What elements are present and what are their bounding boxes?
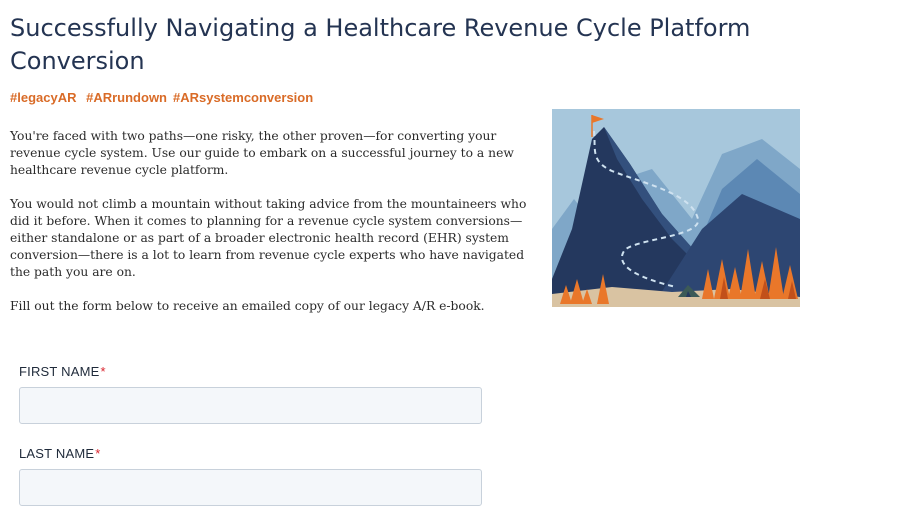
- first-name-label-text: FIRST NAME: [19, 364, 100, 379]
- first-name-field-group: FIRST NAME*: [19, 363, 482, 424]
- intro-paragraph-2: You would not climb a mountain without t…: [10, 197, 527, 279]
- mountain-summit-illustration-icon: [552, 109, 800, 307]
- hashtag-legacy-ar[interactable]: #legacyAR: [10, 90, 76, 105]
- ebook-request-form: FIRST NAME* LAST NAME*: [19, 363, 482, 527]
- required-marker: *: [95, 446, 101, 461]
- hashtag-list: #legacyAR #ARrundown #ARsystemconversion: [10, 90, 319, 105]
- intro-text: You're faced with two paths—one risky, t…: [10, 128, 530, 332]
- mountain-illustration: [552, 109, 800, 307]
- last-name-label: LAST NAME*: [19, 445, 482, 463]
- hashtag-ar-system-conversion[interactable]: #ARsystemconversion: [173, 90, 313, 105]
- intro-paragraph-1: You're faced with two paths—one risky, t…: [10, 129, 514, 177]
- hashtag-ar-rundown[interactable]: #ARrundown: [86, 90, 167, 105]
- first-name-input[interactable]: [19, 387, 482, 424]
- required-marker: *: [100, 364, 106, 379]
- last-name-label-text: LAST NAME: [19, 446, 95, 461]
- first-name-label: FIRST NAME*: [19, 363, 482, 381]
- last-name-field-group: LAST NAME*: [19, 445, 482, 506]
- last-name-input[interactable]: [19, 469, 482, 506]
- intro-paragraph-3: Fill out the form below to receive an em…: [10, 299, 485, 313]
- page-title: Successfully Navigating a Healthcare Rev…: [10, 14, 751, 75]
